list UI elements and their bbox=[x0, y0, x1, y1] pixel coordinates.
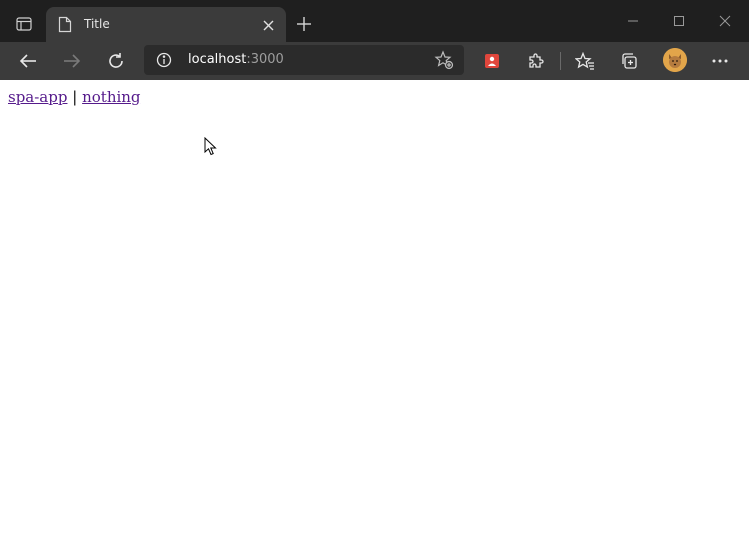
star-add-icon[interactable] bbox=[434, 50, 454, 70]
collections-icon[interactable] bbox=[616, 49, 642, 73]
browser-toolbar: localhost:3000 bbox=[0, 42, 749, 80]
url-text[interactable]: localhost:3000 bbox=[188, 52, 284, 68]
extension-icon[interactable] bbox=[479, 49, 505, 73]
favorites-icon[interactable] bbox=[572, 49, 598, 73]
tab-active[interactable]: Title bbox=[46, 7, 286, 42]
link-spa-app[interactable]: spa-app bbox=[8, 88, 67, 106]
url-port: :3000 bbox=[246, 52, 284, 67]
tab-strip: Title bbox=[0, 0, 749, 42]
page-icon bbox=[58, 16, 74, 34]
tab-actions-icon[interactable] bbox=[12, 14, 36, 34]
refresh-icon[interactable] bbox=[103, 49, 129, 73]
close-icon[interactable] bbox=[714, 10, 736, 32]
plus-icon[interactable] bbox=[294, 14, 314, 34]
info-icon[interactable] bbox=[156, 52, 172, 68]
minimize-icon[interactable] bbox=[622, 10, 644, 32]
close-icon[interactable] bbox=[260, 17, 276, 33]
mouse-cursor-icon bbox=[204, 136, 218, 157]
arrow-left-icon[interactable] bbox=[15, 49, 41, 73]
toolbar-divider bbox=[560, 52, 561, 70]
avatar[interactable] bbox=[663, 48, 687, 72]
page-nav: spa-app | nothing bbox=[8, 88, 141, 106]
puzzle-icon[interactable] bbox=[523, 49, 549, 73]
link-nothing[interactable]: nothing bbox=[82, 88, 140, 106]
more-icon[interactable] bbox=[707, 49, 733, 73]
url-host: localhost bbox=[188, 52, 247, 67]
tab-title: Title bbox=[84, 17, 110, 31]
nav-separator: | bbox=[72, 88, 78, 106]
address-bar[interactable]: localhost:3000 bbox=[144, 45, 464, 75]
page-viewport: spa-app | nothing bbox=[0, 80, 749, 546]
maximize-icon[interactable] bbox=[668, 10, 690, 32]
arrow-right-icon[interactable] bbox=[59, 49, 85, 73]
browser-window: Title localhost:3000 spa-app | nothing bbox=[0, 0, 749, 546]
